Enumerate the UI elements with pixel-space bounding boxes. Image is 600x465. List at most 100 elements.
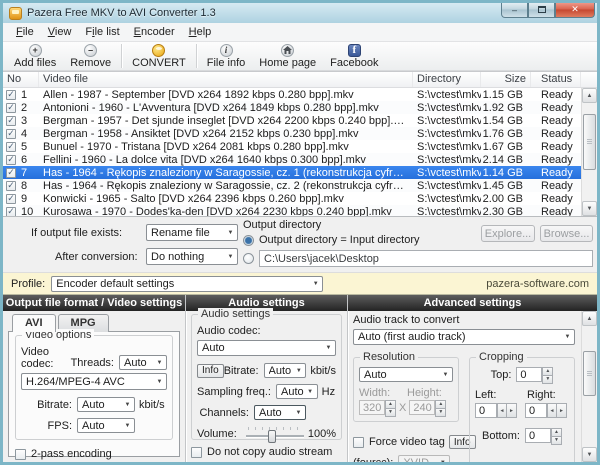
website-link[interactable]: pazera-software.com (486, 278, 589, 290)
threads-select[interactable]: Auto▼ (119, 355, 167, 370)
home-page-button[interactable]: Home page (252, 42, 323, 70)
row-checkbox[interactable]: ✓ (6, 116, 16, 126)
table-row[interactable]: ✓10 Kurosawa - 1970 - Dodes'ka-den [DVD … (3, 205, 581, 216)
width-spinner[interactable]: ▲▼ (385, 400, 396, 415)
column-header-status[interactable]: Status (531, 72, 581, 87)
if-output-exists-select[interactable]: Rename file▼ (146, 224, 238, 241)
video-bitrate-select[interactable]: Auto▼ (77, 397, 135, 412)
menu-file[interactable]: File (9, 24, 41, 40)
minimize-button[interactable]: – (501, 2, 528, 18)
height-spinner[interactable]: ▲▼ (435, 400, 446, 415)
scroll-up-button[interactable]: ▲ (582, 88, 597, 103)
profile-select[interactable]: Encoder default settings▼ (51, 276, 323, 292)
check-icon: ✓ (7, 103, 15, 112)
menu-help[interactable]: Help (182, 24, 219, 40)
row-checkbox[interactable]: ✓ (6, 207, 16, 217)
audio-codec-select[interactable]: Auto▼ (197, 340, 336, 356)
check-icon: ✓ (7, 168, 15, 177)
row-checkbox[interactable]: ✓ (6, 194, 16, 204)
table-row[interactable]: ✓2 Antonioni - 1960 - L'Avventura [DVD x… (3, 101, 581, 114)
width-field[interactable]: 320 (359, 400, 385, 415)
row-checkbox[interactable]: ✓ (6, 103, 16, 113)
after-conversion-select[interactable]: Do nothing▼ (146, 248, 238, 265)
scroll-down-button[interactable]: ▼ (582, 201, 597, 216)
scroll-thumb[interactable] (583, 114, 596, 170)
volume-slider[interactable] (246, 426, 304, 442)
close-button[interactable]: ✕ (555, 2, 595, 18)
checkbox-icon (353, 437, 364, 448)
crop-left-spinner[interactable]: ◄► (497, 403, 517, 418)
window-title: Pazera Free MKV to AVI Converter 1.3 (27, 7, 216, 19)
two-pass-checkbox[interactable]: 2-pass encoding (15, 448, 173, 460)
table-row[interactable]: ✓5 Bunuel - 1970 - Tristana [DVD x264 20… (3, 140, 581, 153)
column-header-directory[interactable]: Directory (413, 72, 481, 87)
facebook-button[interactable]: f Facebook (323, 42, 385, 70)
column-header-size[interactable]: Size (481, 72, 531, 87)
crop-bottom-spinner[interactable]: ▲▼ (551, 428, 562, 443)
crop-right-spinner[interactable]: ◄► (547, 403, 567, 418)
file-list: No Video file Directory Size Status ✓1 A… (3, 71, 597, 217)
column-header-no[interactable]: No (3, 72, 39, 87)
fps-select[interactable]: Auto▼ (77, 418, 135, 433)
table-row[interactable]: ✓6 Fellini - 1960 - La dolce vita [DVD x… (3, 153, 581, 166)
scroll-down-button[interactable]: ▼ (582, 447, 597, 462)
file-info-button[interactable]: i File info (200, 42, 253, 70)
audio-bitrate-select[interactable]: Auto▼ (264, 363, 307, 378)
convert-button[interactable]: CONVERT (125, 42, 193, 70)
force-video-tag-checkbox[interactable]: Force video tag Info (353, 435, 459, 449)
crop-bottom-field[interactable]: 0 (525, 428, 551, 443)
browse-button[interactable]: Browse... (540, 225, 593, 242)
menu-view[interactable]: View (41, 24, 79, 40)
advanced-panel-scrollbar[interactable]: ▲ ▼ (581, 311, 597, 462)
maximize-button[interactable] (528, 2, 555, 18)
sampling-unit: Hz (318, 386, 336, 398)
sampling-select[interactable]: Auto▼ (276, 384, 318, 399)
audio-info-button[interactable]: Info (197, 364, 224, 378)
table-row[interactable]: ✓1 Allen - 1987 - September [DVD x264 18… (3, 88, 581, 101)
radio-off-icon (243, 253, 254, 264)
crop-top-field[interactable]: 0 (516, 367, 542, 382)
crop-left-field[interactable]: 0 (475, 403, 497, 418)
tab-avi[interactable]: AVI (12, 314, 56, 332)
row-checkbox[interactable]: ✓ (6, 168, 16, 178)
row-checkbox[interactable]: ✓ (6, 129, 16, 139)
add-icon: + (29, 44, 42, 57)
menu-file-list[interactable]: File list (78, 24, 126, 40)
scroll-thumb[interactable] (583, 351, 596, 396)
row-checkbox[interactable]: ✓ (6, 155, 16, 165)
dropdown-arrow-icon: ▼ (439, 372, 452, 378)
no-copy-audio-checkbox[interactable]: Do not copy audio stream (191, 446, 342, 458)
dropdown-arrow-icon: ▼ (153, 360, 166, 366)
table-row[interactable]: ✓8 Has - 1964 - Rękopis znaleziony w Sar… (3, 179, 581, 192)
table-row[interactable]: ✓3 Bergman - 1957 - Det sjunde inseglet … (3, 114, 581, 127)
height-field[interactable]: 240 (409, 400, 435, 415)
row-checkbox[interactable]: ✓ (6, 90, 16, 100)
crop-top-spinner[interactable]: ▲▼ (542, 367, 553, 382)
title-bar[interactable]: Pazera Free MKV to AVI Converter 1.3 – ✕ (3, 3, 597, 23)
remove-button[interactable]: – Remove (63, 42, 118, 70)
resolution-select[interactable]: Auto▼ (359, 367, 453, 382)
crop-right-label: Right: (527, 389, 556, 401)
video-codec-select[interactable]: H.264/MPEG-4 AVC▼ (21, 373, 167, 390)
crop-right-field[interactable]: 0 (525, 403, 547, 418)
custom-directory-field[interactable]: C:\Users\jacek\Desktop (259, 250, 593, 267)
audio-track-select[interactable]: Auto (first audio track)▼ (353, 329, 575, 345)
row-checkbox[interactable]: ✓ (6, 142, 16, 152)
menu-encoder[interactable]: Encoder (127, 24, 182, 40)
add-files-button[interactable]: + Add files (7, 42, 63, 70)
table-row[interactable]: ✓4 Bergman - 1958 - Ansiktet [DVD x264 2… (3, 127, 581, 140)
radio-custom-directory[interactable] (243, 253, 254, 264)
row-checkbox[interactable]: ✓ (6, 181, 16, 191)
table-row-selected[interactable]: ✓7 Has - 1964 - Rękopis znaleziony w Sar… (3, 166, 581, 179)
avi-tab-page: Video options Video codec: Threads: Auto… (8, 331, 180, 457)
file-list-scrollbar[interactable]: ▲ ▼ (581, 88, 597, 216)
radio-same-directory[interactable]: Output directory = Input directory (243, 234, 420, 246)
slider-thumb[interactable] (268, 430, 276, 443)
column-header-video-file[interactable]: Video file (39, 72, 413, 87)
table-row[interactable]: ✓9 Konwicki - 1965 - Salto [DVD x264 239… (3, 192, 581, 205)
explore-button[interactable]: Explore... (481, 225, 535, 242)
cropping-group: Cropping Top: 0 ▲▼ Left: Right: (469, 357, 575, 465)
scroll-up-button[interactable]: ▲ (582, 311, 597, 326)
channels-select[interactable]: Auto▼ (254, 405, 306, 420)
fourcc-select[interactable]: XVID▼ (398, 455, 450, 465)
